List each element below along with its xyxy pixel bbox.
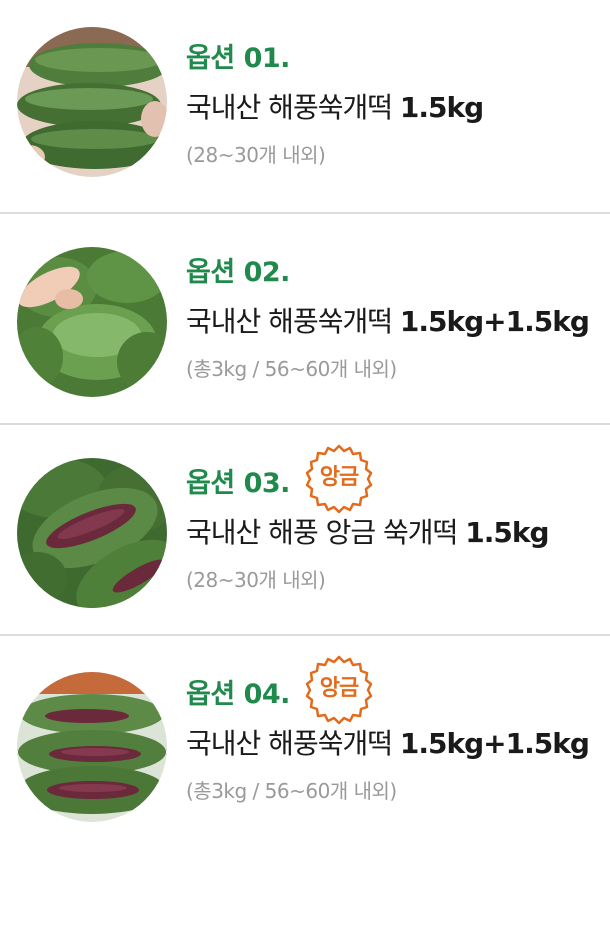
option-label: 옵션 04. xyxy=(186,679,290,710)
product-weight: 1.5kg xyxy=(465,516,549,549)
product-photo-red-bean-ssukgaetteok xyxy=(17,458,167,608)
option-item-02[interactable]: 옵션 02. 국내산 해풍쑥개떡 1.5kg+1.5kg (총3kg / 56~… xyxy=(0,212,610,423)
product-name: 국내산 해풍쑥개떡 xyxy=(186,91,393,124)
product-name: 국내산 해풍쑥개떡 xyxy=(186,727,393,760)
option-product-name: 국내산 해풍쑥개떡 1.5kg+1.5kg xyxy=(186,300,590,340)
product-photo-red-bean-ssukgaetteok-double xyxy=(17,672,167,822)
option-item-03[interactable]: 옵션 03. 앙금 국내산 해풍 앙금 쑥개떡 1.5kg (28~30개 내외… xyxy=(0,423,610,634)
option-quantity-note: (28~30개 내외) xyxy=(186,568,326,592)
option-quantity-note: (총3kg / 56~60개 내외) xyxy=(186,357,397,381)
red-bean-badge: 앙금 xyxy=(303,654,375,726)
product-name: 국내산 해풍 앙금 쑥개떡 xyxy=(186,516,458,549)
option-label: 옵션 02. xyxy=(186,257,290,288)
option-quantity-note: (총3kg / 56~60개 내외) xyxy=(186,779,397,803)
option-label: 옵션 03. xyxy=(186,468,290,499)
badge-label: 앙금 xyxy=(319,676,359,701)
product-weight: 1.5kg xyxy=(399,91,484,124)
option-list: 옵션 01. 국내산 해풍쑥개떡 1.5kg (28~30개 내외) 옵션 02… xyxy=(0,0,610,845)
option-label: 옵션 01. xyxy=(186,43,290,74)
product-name: 국내산 해풍쑥개떡 xyxy=(186,305,393,338)
product-photo-ssukgaetteok-double xyxy=(17,247,167,397)
option-product-name: 국내산 해풍쑥개떡 1.5kg xyxy=(186,86,484,126)
product-weight: 1.5kg+1.5kg xyxy=(399,305,590,338)
option-quantity-note: (28~30개 내외) xyxy=(186,143,326,167)
option-product-name: 국내산 해풍 앙금 쑥개떡 1.5kg xyxy=(186,511,549,551)
badge-label: 앙금 xyxy=(319,465,359,490)
option-item-01[interactable]: 옵션 01. 국내산 해풍쑥개떡 1.5kg (28~30개 내외) xyxy=(0,0,610,212)
red-bean-badge: 앙금 xyxy=(303,443,375,515)
option-item-04[interactable]: 옵션 04. 앙금 국내산 해풍쑥개떡 1.5kg+1.5kg (총3kg / … xyxy=(0,634,610,845)
option-product-name: 국내산 해풍쑥개떡 1.5kg+1.5kg xyxy=(186,722,590,762)
product-photo-ssukgaetteok xyxy=(17,27,167,177)
product-weight: 1.5kg+1.5kg xyxy=(399,727,590,760)
